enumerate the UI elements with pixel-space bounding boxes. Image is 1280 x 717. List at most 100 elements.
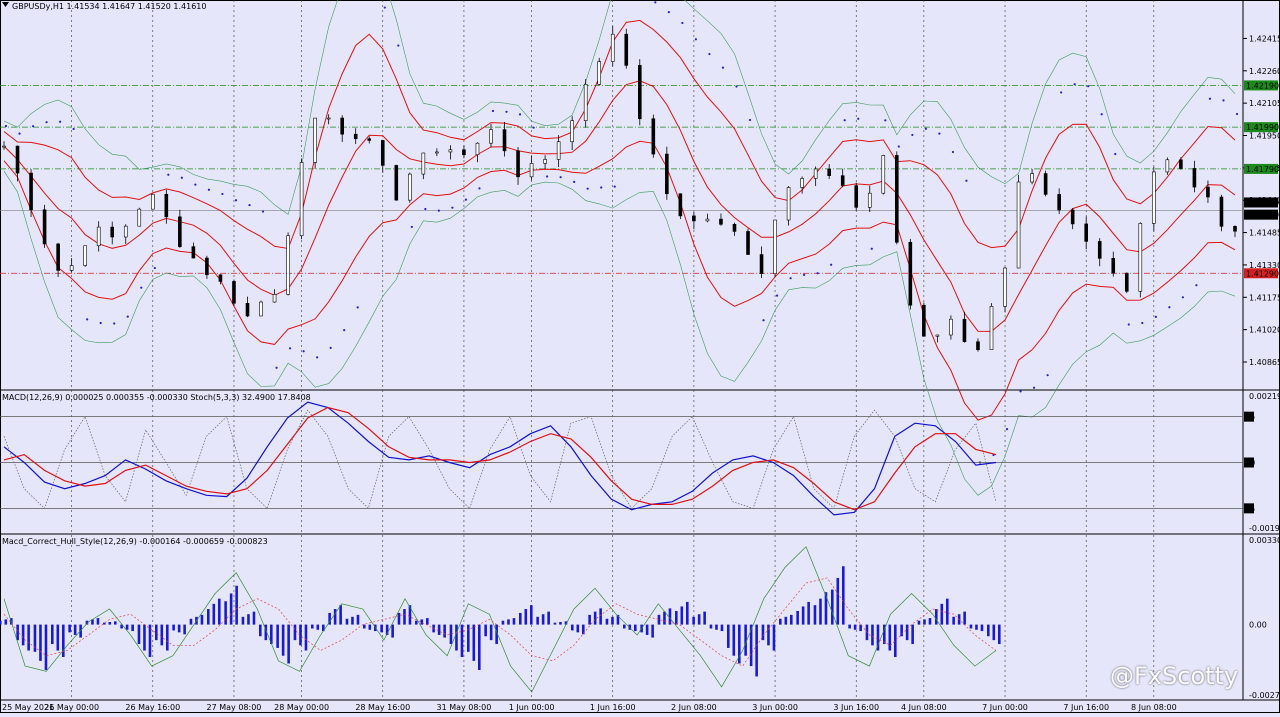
histogram-bar xyxy=(900,624,903,637)
candle-body xyxy=(367,138,372,141)
histogram-bar xyxy=(623,624,626,629)
histogram-bar xyxy=(709,624,713,629)
candle-body xyxy=(1165,159,1170,173)
histogram-bar xyxy=(755,624,758,677)
histogram-bar xyxy=(333,609,337,625)
histogram-bar xyxy=(779,618,782,625)
parabolic-sar-dot xyxy=(654,1,657,4)
hull-scale-max: 0.003301 xyxy=(1249,536,1280,545)
parabolic-sar-dot xyxy=(518,113,522,116)
histogram-bar xyxy=(645,624,649,635)
candle-body xyxy=(1111,258,1116,274)
price-tick-label: 1.42105 xyxy=(1249,99,1280,108)
parabolic-sar-dot xyxy=(31,125,35,128)
histogram-bar xyxy=(489,624,493,641)
histogram-bar xyxy=(235,585,238,625)
candle-body xyxy=(1152,171,1156,224)
candle-body xyxy=(421,152,426,175)
histogram-bar xyxy=(96,618,100,625)
histogram-bar xyxy=(871,624,874,646)
histogram-bar xyxy=(207,609,210,625)
histogram-bar xyxy=(281,624,285,656)
parabolic-sar-dot xyxy=(1181,296,1184,299)
stoch-level-label: 15 xyxy=(1245,504,1255,513)
histogram-bar xyxy=(287,624,290,664)
histogram-bar xyxy=(767,624,770,646)
time-tick-label: 3 Jun 00:00 xyxy=(752,703,798,712)
parabolic-sar-dot xyxy=(816,272,819,275)
price-tick-label: 1.41020 xyxy=(1249,326,1280,335)
histogram-bar xyxy=(571,624,574,631)
histogram-bar xyxy=(56,624,60,651)
chart-canvas[interactable]: 25 May 202126 May 00:00 26 May 16:00 27 Ma… xyxy=(0,0,1280,713)
parabolic-sar-dot xyxy=(207,188,211,191)
candle-body xyxy=(462,149,466,156)
parabolic-sar-dot xyxy=(694,38,698,41)
histogram-bar xyxy=(923,619,926,625)
candle-body xyxy=(29,172,33,211)
histogram-bar xyxy=(807,601,810,625)
histogram-bar xyxy=(160,624,164,646)
parabolic-sar-dot xyxy=(451,206,454,209)
parabolic-sar-dot xyxy=(153,266,156,270)
candle-body xyxy=(881,155,886,194)
candle-body xyxy=(1097,241,1102,259)
histogram-bar xyxy=(339,605,342,625)
histogram-bar xyxy=(252,611,256,625)
histogram-bar xyxy=(680,606,684,625)
histogram-bar xyxy=(218,598,221,625)
histogram-bar xyxy=(21,624,25,646)
time-tick-label: 3 Jun 16:00 xyxy=(833,703,879,712)
parabolic-sar-dot xyxy=(491,109,495,113)
histogram-bar xyxy=(784,616,788,625)
price-tick-label: 1.41950 xyxy=(1249,132,1280,141)
histogram-bar xyxy=(478,624,481,670)
candle-body xyxy=(1219,196,1224,227)
candle-body xyxy=(435,151,439,154)
histogram-bar xyxy=(819,598,822,625)
histogram-bar xyxy=(183,624,186,635)
price-tick-label: 1.42415 xyxy=(1249,34,1280,43)
histogram-bar xyxy=(73,624,77,635)
candle-body xyxy=(895,155,899,243)
histogram-bar xyxy=(403,609,406,625)
parabolic-sar-dot xyxy=(302,350,305,353)
histogram-bar xyxy=(241,616,245,625)
histogram-bar xyxy=(44,624,48,670)
candle-body xyxy=(326,117,331,120)
candle-body xyxy=(827,168,831,176)
histogram-bar xyxy=(634,624,637,632)
oscillator-title: MACD(12,26,9) 0.000025 0.000355 -0.00033… xyxy=(2,393,311,402)
current-price-label: 1.41610 xyxy=(1246,198,1279,207)
histogram-bar xyxy=(437,624,441,635)
parabolic-sar-dot xyxy=(789,277,792,280)
parabolic-sar-dot xyxy=(275,366,278,369)
parabolic-sar-dot xyxy=(1073,83,1076,86)
candle-body xyxy=(583,84,588,122)
histogram-bar xyxy=(980,624,984,632)
price-level-label: 1.42190 xyxy=(1246,81,1279,90)
histogram-bar xyxy=(259,624,262,637)
price-tick-label: 1.42260 xyxy=(1249,67,1280,76)
macd-line xyxy=(3,401,997,516)
histogram-bar xyxy=(229,593,233,625)
candle-body xyxy=(908,241,913,306)
candle-body xyxy=(651,118,656,155)
histogram-bar xyxy=(888,624,892,651)
parabolic-sar-dot xyxy=(735,85,738,88)
histogram-bar xyxy=(467,624,470,652)
histogram-bar xyxy=(836,577,840,625)
histogram-bar xyxy=(599,608,602,625)
histogram-bar xyxy=(975,624,978,630)
candle-body xyxy=(151,193,155,210)
histogram-bar xyxy=(380,624,383,633)
candle-body xyxy=(800,178,804,188)
histogram-bar xyxy=(917,620,921,625)
parabolic-sar-dot xyxy=(45,121,48,124)
histogram-bar xyxy=(530,605,533,625)
candle-body xyxy=(1016,181,1021,269)
parabolic-sar-dot xyxy=(857,117,860,120)
candle-body xyxy=(353,133,358,140)
parabolic-sar-dot xyxy=(194,183,197,186)
candle-body xyxy=(1070,209,1075,225)
